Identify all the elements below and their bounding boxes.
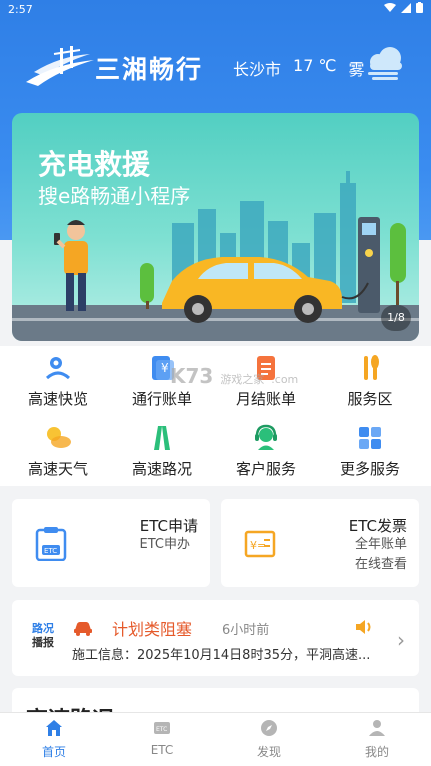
grid-icon [359, 427, 381, 449]
etc-apply-title: ETC申请 [139, 517, 198, 535]
service-label: 高速快览 [27, 390, 88, 408]
car-alert-icon [74, 622, 92, 636]
compass-icon [261, 720, 277, 736]
tab-label: ETC [150, 743, 174, 757]
service-highway-weather[interactable]: 高速天气 [8, 420, 108, 486]
wifi-icon [384, 2, 396, 12]
badge-top: 路况 [32, 622, 54, 635]
service-more[interactable]: 更多服务 [320, 420, 420, 486]
signal-icon [401, 2, 411, 13]
brand-logo-icon [26, 46, 94, 86]
svg-text:ETC: ETC [44, 547, 57, 555]
speaker-icon [356, 620, 371, 634]
traffic-report-badge: 路况 播报 [28, 622, 58, 652]
promo-banner[interactable]: 充电救援 搜e路畅通小程序 1/8 [12, 113, 419, 341]
city-label: 长沙市 [233, 60, 282, 79]
badge-bottom: 播报 [32, 636, 54, 649]
app-header: 三湘畅行 长沙市 17 ℃ 雾 [0, 38, 431, 98]
fog-cloud-icon [368, 47, 402, 80]
etc-invoice-card[interactable]: ¥= ETC发票 全年账单 在线查看 [221, 499, 419, 587]
tab-home[interactable]: 首页 [0, 713, 108, 766]
service-monthly-bill[interactable]: 月结账单 [216, 350, 316, 416]
bill-icon: ¥ [152, 356, 174, 380]
service-label: 客户服务 [235, 460, 296, 478]
banner-pager: 1/8 [381, 305, 411, 331]
traffic-notice[interactable]: 路况 播报 计划类阻塞 6小时前 施工信息：2025年10月14日8时35分，平… [12, 600, 419, 676]
service-service-area[interactable]: 服务区 [320, 350, 420, 416]
etc-invoice-line2: 在线查看 [354, 557, 407, 572]
banner-subtitle: 搜e路畅通小程序 [38, 184, 191, 208]
svg-text:ETC: ETC [156, 726, 167, 733]
etc-apply-subtitle: ETC申办 [139, 537, 190, 552]
service-label: 月结账单 [235, 390, 296, 408]
service-label: 服务区 [347, 390, 393, 408]
svg-text:¥=: ¥= [250, 539, 266, 552]
weather-label: 雾 [348, 60, 365, 79]
brand-name: 三湘畅行 [95, 55, 204, 84]
tab-discover[interactable]: 发现 [215, 713, 323, 766]
map-pin-icon [45, 357, 71, 380]
status-time: 2:57 [8, 3, 33, 16]
chevron-right-icon: › [397, 628, 405, 652]
service-customer-service[interactable]: 客户服务 [216, 420, 316, 486]
tab-mine[interactable]: 我的 [323, 713, 431, 766]
etc-invoice-line1: 全年账单 [354, 537, 407, 552]
service-toll-bill[interactable]: ¥ 通行账单 [112, 350, 212, 416]
fork-knife-icon [364, 355, 379, 380]
tab-label: 首页 [41, 745, 66, 759]
svg-text:¥: ¥ [161, 361, 169, 375]
notice-title: 计划类阻塞 [112, 620, 193, 639]
tab-label: 我的 [364, 745, 389, 759]
weather-info[interactable]: 长沙市 17 ℃ 雾 [233, 56, 364, 80]
notice-description: 施工信息：2025年10月14日8时35分，平洞高速... [72, 648, 371, 663]
etc-apply-card[interactable]: ETC ETC申请 ETC申办 [12, 499, 210, 587]
tab-etc[interactable]: ETC ETC [108, 713, 216, 766]
notice-time: 6小时前 [222, 623, 270, 638]
service-road-conditions[interactable]: 高速路况 [112, 420, 212, 486]
headset-icon [255, 424, 277, 450]
home-icon [46, 720, 62, 736]
monthly-bill-icon [257, 356, 275, 380]
invoice-icon: ¥= [244, 530, 276, 558]
road-icon [154, 426, 170, 450]
tab-label: 发现 [256, 745, 281, 759]
service-highway-overview[interactable]: 高速快览 [8, 350, 108, 416]
service-label: 通行账单 [131, 390, 192, 408]
battery-icon [416, 2, 423, 13]
service-label: 高速路况 [131, 460, 192, 478]
status-bar: 2:57 [0, 0, 431, 18]
etc-card-icon: ETC [35, 527, 67, 561]
bottom-tab-bar: 首页 ETC ETC 发现 我的 [0, 712, 431, 766]
temperature-label: 17 ℃ [293, 56, 337, 75]
etc-invoice-title: ETC发票 [348, 517, 407, 535]
banner-title: 充电救援 [38, 148, 151, 181]
sun-cloud-icon [47, 427, 71, 448]
user-icon [369, 720, 385, 736]
service-label: 更多服务 [339, 460, 400, 478]
service-label: 高速天气 [27, 460, 88, 478]
service-grid: 高速快览 ¥ 通行账单 月结账单 服务区 高速天气 高速路况 客户服务 更多服务 [0, 346, 431, 486]
etc-card-icon: ETC [154, 722, 170, 734]
